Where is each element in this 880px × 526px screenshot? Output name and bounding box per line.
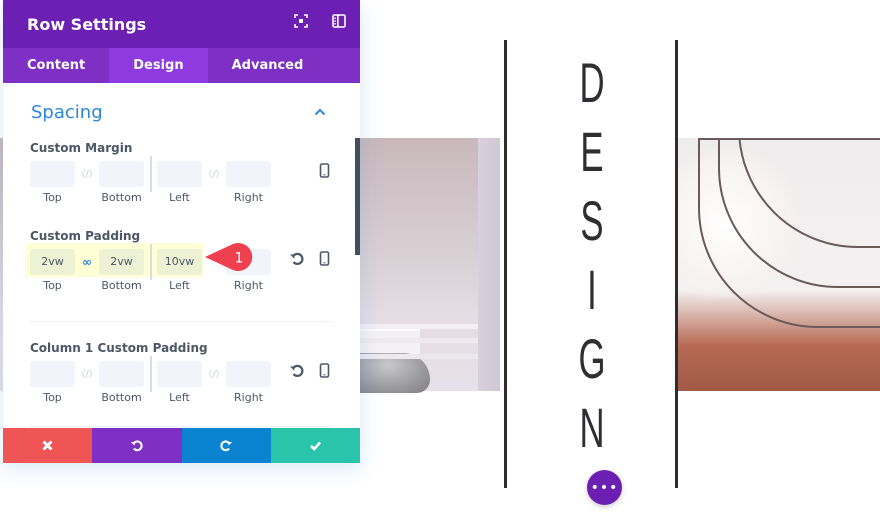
mobile-device-icon[interactable] [318,363,331,378]
tab-design[interactable]: Design [109,48,208,83]
sub-label: Bottom [101,279,142,292]
settings-tabs: Content Design Advanced [3,48,360,83]
section-divider [30,426,333,427]
letter: I [587,258,597,321]
margin-bottom-input[interactable] [99,160,144,187]
panel-header[interactable]: Row Settings [3,0,360,48]
letter: G [578,327,606,390]
field-divider [150,356,152,392]
annotation-callout: 1 [205,243,253,271]
undo-icon [131,440,144,452]
link-icon[interactable]: 〈/〉 [202,167,226,180]
custom-margin-group: Custom Margin 〈/〉 〈/〉 Top Bottom Left Ri… [3,141,360,229]
annotation-number: 1 [235,251,244,267]
save-button[interactable] [270,428,360,463]
link-icon[interactable]: 〈/〉 [202,367,226,380]
letter: S [580,189,604,252]
vertical-design-text[interactable]: D E S I G N [560,48,624,462]
margin-top-input[interactable] [30,160,75,187]
margin-left-input[interactable] [157,160,202,187]
page-canvas: D E S I G N ••• Row Settings Content Des… [0,0,880,526]
group-label: Column 1 Custom Padding [30,341,208,355]
sub-label: Right [234,391,263,404]
sub-label: Top [43,191,62,204]
group-label: Custom Padding [30,229,141,243]
divider-line-right [675,40,678,488]
sub-label: Top [43,391,62,404]
col1-padding-left-input[interactable] [157,360,202,387]
sub-label: Bottom [101,391,142,404]
sub-label: Right [234,191,263,204]
letter: E [580,120,604,183]
expand-icon[interactable] [294,14,308,28]
link-icon[interactable]: 〈/〉 [75,367,99,380]
sub-label: Bottom [101,191,142,204]
panel-footer [3,428,360,463]
ellipsis-icon: ••• [590,479,619,496]
tab-content[interactable]: Content [3,48,109,83]
sub-label: Left [169,191,190,204]
reset-icon[interactable] [289,363,304,378]
link-icon[interactable]: 〈/〉 [75,167,99,180]
sidebar-toggle-icon[interactable] [332,14,346,28]
sub-label: Top [43,279,62,292]
mobile-device-icon[interactable] [318,163,331,178]
close-icon [42,440,53,451]
chevron-up-icon[interactable] [314,108,326,116]
check-icon [309,441,321,451]
group-label: Custom Margin [30,141,133,155]
col1-padding-right-input[interactable] [226,360,271,387]
padding-top-input[interactable]: 2vw [30,248,75,275]
redo-icon [219,440,232,452]
sub-label: Left [169,279,190,292]
letter: N [579,396,605,459]
undo-button[interactable] [92,428,182,463]
divider-line-left [504,40,507,488]
sub-label: Left [169,391,190,404]
field-divider [150,156,152,192]
row-settings-panel: Row Settings Content Design Advanced Spa… [3,0,360,463]
sub-label: Right [234,279,263,292]
redo-button[interactable] [181,428,271,463]
panel-title: Row Settings [27,14,147,34]
tab-advanced[interactable]: Advanced [208,48,328,83]
padding-left-input[interactable]: 10vw [157,248,202,275]
spacing-section-toggle[interactable]: Spacing [3,83,360,141]
col1-padding-bottom-input[interactable] [99,360,144,387]
wainscot-molding [360,324,478,329]
more-options-button[interactable]: ••• [587,470,622,505]
field-divider [150,244,152,280]
section-title: Spacing [31,101,103,123]
settings-scroll-area[interactable]: Spacing Custom Margin 〈/〉 〈/〉 Top Bottom… [3,83,360,428]
door-trim [478,138,500,391]
column1-padding-group: Column 1 Custom Padding 〈/〉 〈/〉 Top Bott… [3,322,360,426]
margin-right-input[interactable] [226,160,271,187]
discard-button[interactable] [3,428,93,463]
custom-padding-group: Custom Padding 2vw ∞ 2vw 10vw Top Bottom… [3,229,360,321]
bowl-object [360,353,430,393]
letter: D [579,51,605,114]
linked-chain-icon[interactable]: ∞ [75,255,99,269]
col1-padding-top-input[interactable] [30,360,75,387]
reset-icon[interactable] [289,251,304,266]
chair-photo-right [678,138,880,391]
padding-bottom-input[interactable]: 2vw [99,248,144,275]
mobile-device-icon[interactable] [318,251,331,266]
